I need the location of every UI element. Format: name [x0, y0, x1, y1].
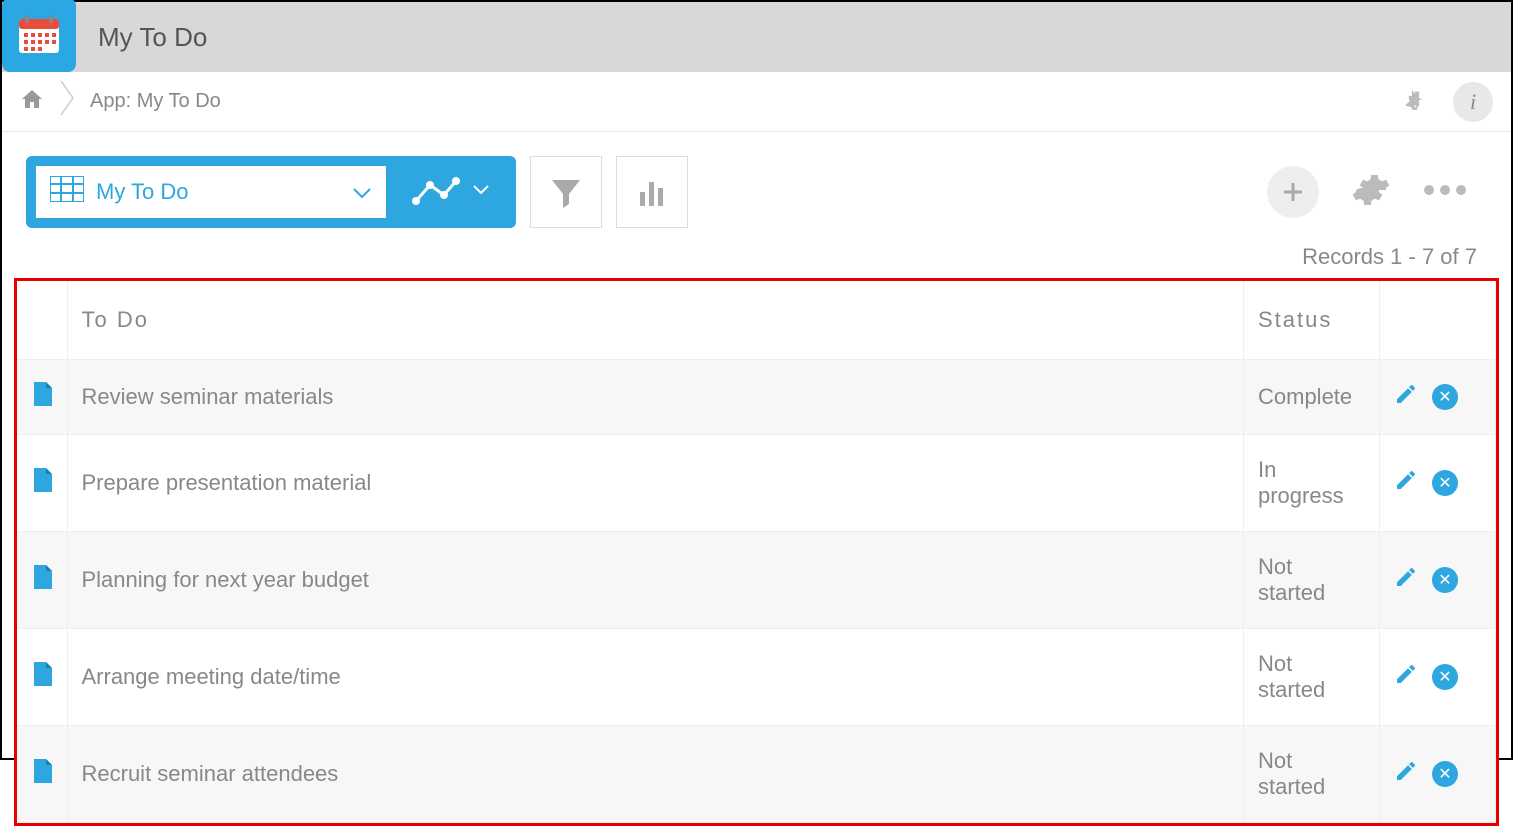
breadcrumb-bar: App: My To Do i — [2, 72, 1511, 132]
delete-button[interactable]: ✕ — [1432, 470, 1458, 496]
edit-button[interactable] — [1394, 759, 1418, 789]
row-doc-icon[interactable] — [17, 435, 67, 532]
column-header-icon — [17, 281, 67, 360]
breadcrumb-separator — [60, 80, 74, 123]
cell-status[interactable]: Not started — [1244, 629, 1380, 726]
gear-icon — [1351, 170, 1391, 210]
close-icon: ✕ — [1438, 473, 1451, 493]
document-icon — [32, 472, 52, 497]
ellipsis-icon — [1423, 184, 1467, 196]
view-dropdown-label: My To Do — [96, 179, 189, 205]
cell-actions: ✕ — [1380, 360, 1496, 435]
chevron-down-icon — [472, 183, 490, 201]
edit-button[interactable] — [1394, 468, 1418, 498]
column-header-actions — [1380, 281, 1496, 360]
view-dropdown[interactable]: My To Do — [36, 166, 386, 218]
edit-button[interactable] — [1394, 565, 1418, 595]
cell-todo[interactable]: Arrange meeting date/time — [67, 629, 1244, 726]
edit-button[interactable] — [1394, 382, 1418, 412]
calendar-icon — [15, 11, 63, 59]
delete-button[interactable]: ✕ — [1432, 567, 1458, 593]
chevron-down-icon — [352, 179, 372, 205]
page-title: My To Do — [98, 22, 207, 53]
settings-button[interactable] — [1351, 170, 1391, 215]
cell-status[interactable]: Not started — [1244, 726, 1380, 823]
filter-button[interactable] — [530, 156, 602, 228]
graph-icon — [410, 175, 460, 209]
add-record-button[interactable] — [1267, 166, 1319, 218]
close-icon: ✕ — [1438, 764, 1451, 784]
delete-button[interactable]: ✕ — [1432, 664, 1458, 690]
table-row: Review seminar materialsComplete ✕ — [17, 360, 1496, 435]
table-icon — [50, 176, 84, 208]
home-icon[interactable] — [20, 87, 44, 116]
app-header: My To Do — [2, 2, 1511, 72]
records-table-highlight: To Do Status Review seminar materialsCom… — [14, 278, 1499, 826]
cell-todo[interactable]: Prepare presentation material — [67, 435, 1244, 532]
row-doc-icon[interactable] — [17, 726, 67, 823]
close-icon: ✕ — [1438, 667, 1451, 687]
pin-icon[interactable] — [1401, 88, 1427, 115]
graph-dropdown[interactable] — [394, 166, 506, 218]
cell-todo[interactable]: Review seminar materials — [67, 360, 1244, 435]
close-icon: ✕ — [1438, 570, 1451, 590]
cell-todo[interactable]: Recruit seminar attendees — [67, 726, 1244, 823]
app-icon — [2, 0, 76, 72]
cell-todo[interactable]: Planning for next year budget — [67, 532, 1244, 629]
table-row: Prepare presentation materialIn progress… — [17, 435, 1496, 532]
more-button[interactable] — [1423, 183, 1467, 201]
records-count: Records 1 - 7 of 7 — [2, 244, 1511, 270]
close-icon: ✕ — [1438, 387, 1451, 407]
table-row: Recruit seminar attendeesNot started ✕ — [17, 726, 1496, 823]
row-doc-icon[interactable] — [17, 629, 67, 726]
row-doc-icon[interactable] — [17, 360, 67, 435]
cell-actions: ✕ — [1380, 435, 1496, 532]
records-table: To Do Status Review seminar materialsCom… — [17, 281, 1496, 823]
delete-button[interactable]: ✕ — [1432, 384, 1458, 410]
column-header-todo[interactable]: To Do — [67, 281, 1244, 360]
chart-button[interactable] — [616, 156, 688, 228]
info-icon[interactable]: i — [1453, 82, 1493, 122]
cell-status[interactable]: In progress — [1244, 435, 1380, 532]
table-row: Planning for next year budgetNot started… — [17, 532, 1496, 629]
table-row: Arrange meeting date/timeNot started ✕ — [17, 629, 1496, 726]
cell-status[interactable]: Not started — [1244, 532, 1380, 629]
view-selector-group: My To Do — [26, 156, 516, 228]
funnel-icon — [546, 172, 586, 212]
edit-button[interactable] — [1394, 662, 1418, 692]
cell-status[interactable]: Complete — [1244, 360, 1380, 435]
row-doc-icon[interactable] — [17, 532, 67, 629]
cell-actions: ✕ — [1380, 532, 1496, 629]
document-icon — [32, 569, 52, 594]
delete-button[interactable]: ✕ — [1432, 761, 1458, 787]
document-icon — [32, 386, 52, 411]
document-icon — [32, 666, 52, 691]
plus-icon — [1280, 179, 1306, 205]
cell-actions: ✕ — [1380, 629, 1496, 726]
bar-chart-icon — [634, 174, 670, 210]
toolbar: My To Do — [2, 132, 1511, 244]
column-header-status[interactable]: Status — [1244, 281, 1380, 360]
cell-actions: ✕ — [1380, 726, 1496, 823]
breadcrumb-text: App: My To Do — [90, 90, 221, 113]
document-icon — [32, 763, 52, 788]
